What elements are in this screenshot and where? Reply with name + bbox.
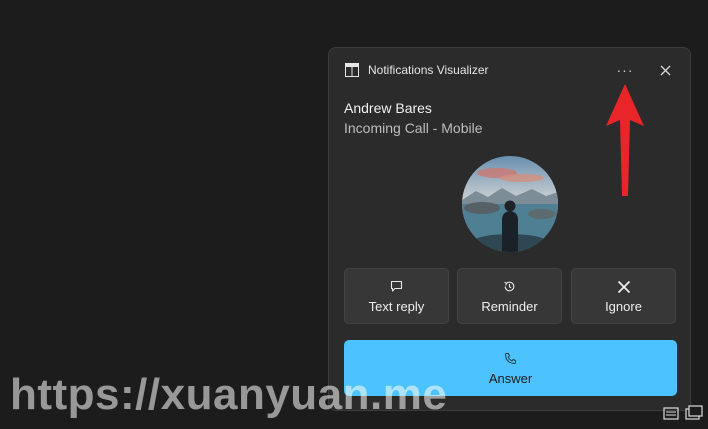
caller-avatar — [462, 156, 558, 252]
text-reply-label: Text reply — [368, 298, 425, 314]
caller-name: Andrew Bares — [344, 100, 432, 116]
reminder-button[interactable]: Reminder — [457, 268, 562, 324]
ignore-label: Ignore — [605, 298, 642, 314]
history-icon — [503, 279, 516, 295]
phone-icon — [504, 351, 517, 367]
watermark-text: https://xuanyuan.me — [10, 370, 448, 419]
more-icon: ··· — [616, 62, 634, 78]
desktop-background: Notifications Visualizer ··· Andrew Bare… — [0, 0, 708, 429]
windows-logo-icon — [345, 63, 359, 77]
reminder-label: Reminder — [481, 298, 538, 314]
close-icon — [660, 65, 670, 75]
close-icon — [617, 279, 631, 295]
text-reply-button[interactable]: Text reply — [344, 268, 449, 324]
call-type: Incoming Call - Mobile — [344, 120, 483, 136]
ignore-button[interactable]: Ignore — [571, 268, 676, 324]
answer-label: Answer — [488, 370, 533, 386]
close-button[interactable] — [651, 60, 679, 80]
app-name: Notifications Visualizer — [368, 63, 489, 77]
taskbar-tray-icons — [663, 405, 703, 420]
red-arrow-annotation — [606, 84, 644, 196]
more-options-button[interactable]: ··· — [611, 60, 639, 80]
chat-bubble-icon — [390, 279, 403, 295]
